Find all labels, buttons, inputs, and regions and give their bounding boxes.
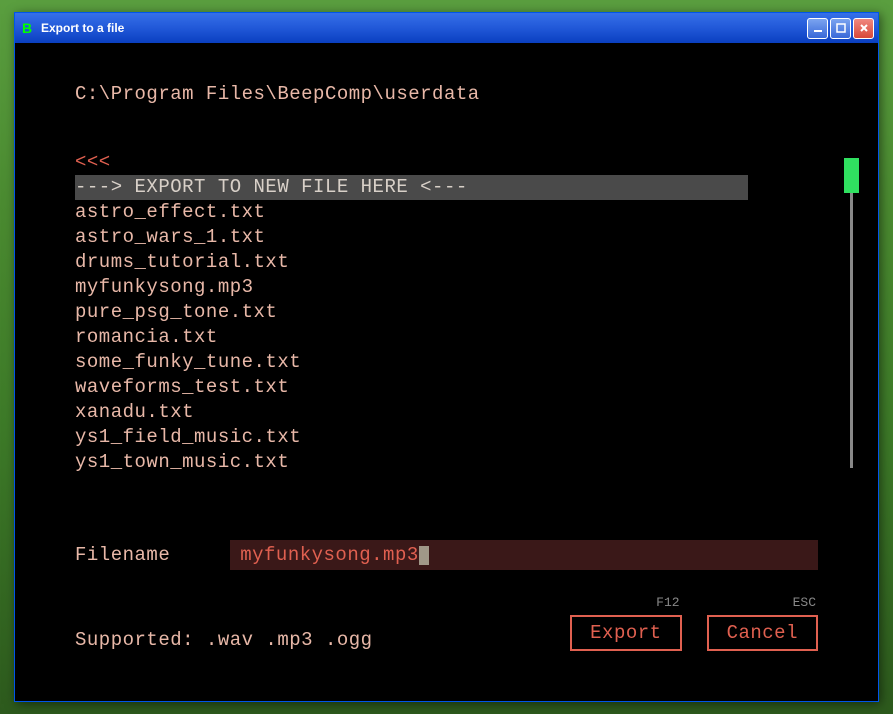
filename-row: Filename myfunkysong.mp3	[75, 540, 818, 570]
export-new-file-item[interactable]: ---> EXPORT TO NEW FILE HERE <---	[75, 175, 748, 200]
file-item[interactable]: astro_effect.txt	[75, 200, 818, 225]
titlebar[interactable]: B Export to a file	[15, 13, 878, 43]
supported-formats: Supported: .wav .mp3 .ogg	[75, 629, 373, 651]
file-item[interactable]: astro_wars_1.txt	[75, 225, 818, 250]
file-item[interactable]: some_funky_tune.txt	[75, 350, 818, 375]
file-item[interactable]: xanadu.txt	[75, 400, 818, 425]
bottom-row: Supported: .wav .mp3 .ogg F12 Export ESC…	[75, 615, 818, 651]
file-item[interactable]: ys1_field_music.txt	[75, 425, 818, 450]
filename-input[interactable]: myfunkysong.mp3	[230, 540, 818, 570]
export-button[interactable]: Export	[570, 615, 681, 651]
action-buttons: F12 Export ESC Cancel	[570, 615, 818, 651]
titlebar-buttons	[807, 18, 874, 39]
filename-value: myfunkysong.mp3	[240, 544, 419, 566]
file-item[interactable]: ys1_town_music.txt	[75, 450, 818, 475]
parent-dir[interactable]: <<<	[75, 150, 818, 175]
maximize-button[interactable]	[830, 18, 851, 39]
scrollbar[interactable]	[850, 158, 853, 468]
file-item[interactable]: myfunkysong.mp3	[75, 275, 818, 300]
export-shortcut: F12	[656, 595, 679, 610]
filename-label: Filename	[75, 544, 170, 566]
app-icon: B	[19, 20, 35, 36]
file-item[interactable]: drums_tutorial.txt	[75, 250, 818, 275]
dialog-content: C:\Program Files\BeepComp\userdata <<< -…	[15, 43, 878, 701]
file-listing-area: <<< ---> EXPORT TO NEW FILE HERE <--- as…	[75, 150, 818, 475]
file-item[interactable]: romancia.txt	[75, 325, 818, 350]
current-path: C:\Program Files\BeepComp\userdata	[75, 83, 818, 105]
file-list: <<< ---> EXPORT TO NEW FILE HERE <--- as…	[75, 150, 818, 475]
close-button[interactable]	[853, 18, 874, 39]
minimize-button[interactable]	[807, 18, 828, 39]
scrollbar-thumb[interactable]	[844, 158, 859, 193]
window-title: Export to a file	[41, 21, 807, 35]
export-dialog: B Export to a file C:\Program Files\Beep…	[14, 12, 879, 702]
text-cursor	[419, 546, 429, 565]
file-item[interactable]: pure_psg_tone.txt	[75, 300, 818, 325]
cancel-shortcut: ESC	[793, 595, 816, 610]
cancel-button[interactable]: Cancel	[707, 615, 818, 651]
file-item[interactable]: waveforms_test.txt	[75, 375, 818, 400]
